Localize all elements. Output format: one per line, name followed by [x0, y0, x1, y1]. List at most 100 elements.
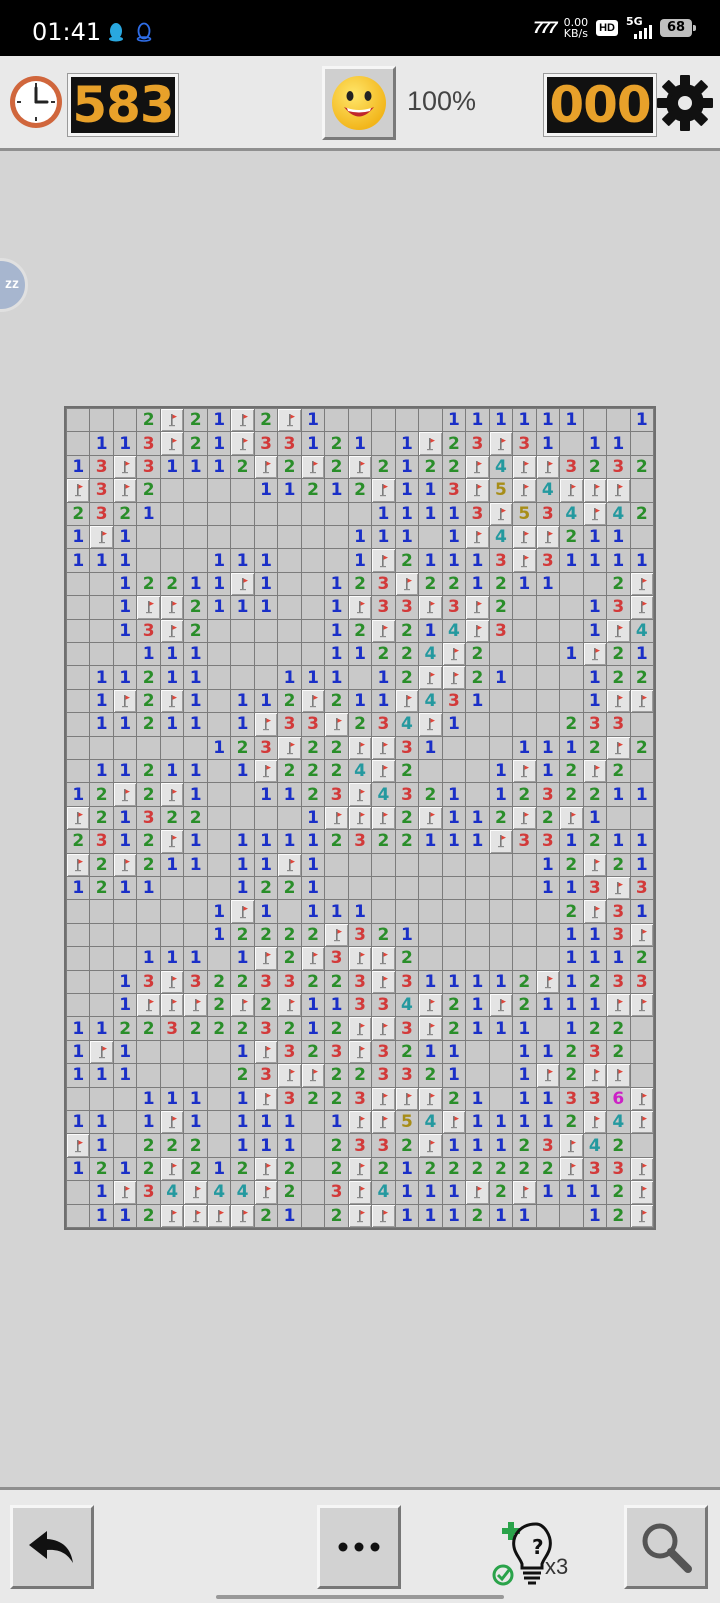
empty-cell[interactable] — [207, 876, 231, 900]
empty-cell[interactable] — [90, 970, 113, 993]
flagged-cell[interactable] — [160, 619, 184, 642]
number-cell[interactable]: 2 — [231, 970, 254, 993]
number-cell[interactable]: 1 — [536, 876, 560, 900]
empty-cell[interactable] — [442, 736, 466, 759]
number-cell[interactable]: 2 — [583, 736, 607, 759]
empty-cell[interactable] — [372, 853, 395, 876]
empty-cell[interactable] — [67, 923, 90, 947]
number-cell[interactable]: 3 — [348, 1087, 372, 1110]
flagged-cell[interactable] — [348, 455, 372, 479]
number-cell[interactable]: 1 — [207, 900, 231, 923]
empty-cell[interactable] — [67, 970, 90, 993]
number-cell[interactable]: 1 — [113, 525, 137, 549]
flagged-cell[interactable] — [630, 572, 653, 596]
number-cell[interactable]: 1 — [137, 502, 160, 525]
number-cell[interactable]: 2 — [113, 502, 137, 525]
number-cell[interactable]: 1 — [90, 666, 113, 689]
number-cell[interactable]: 2 — [325, 1017, 348, 1040]
empty-cell[interactable] — [536, 947, 560, 970]
number-cell[interactable]: 1 — [160, 642, 184, 666]
number-cell[interactable]: 2 — [278, 1157, 301, 1181]
number-cell[interactable]: 2 — [254, 876, 278, 900]
number-cell[interactable]: 1 — [442, 1134, 466, 1157]
number-cell[interactable]: 2 — [560, 713, 583, 736]
number-cell[interactable]: 1 — [325, 596, 348, 619]
number-cell[interactable]: 3 — [372, 1040, 395, 1064]
empty-cell[interactable] — [419, 876, 442, 900]
empty-cell[interactable] — [67, 689, 90, 713]
empty-cell[interactable] — [630, 432, 653, 455]
empty-cell[interactable] — [113, 1087, 137, 1110]
number-cell[interactable]: 2 — [137, 1204, 160, 1227]
number-cell[interactable]: 1 — [184, 713, 207, 736]
empty-cell[interactable] — [207, 783, 231, 806]
empty-cell[interactable] — [536, 1204, 560, 1227]
empty-cell[interactable] — [160, 736, 184, 759]
number-cell[interactable]: 2 — [442, 1157, 466, 1181]
empty-cell[interactable] — [442, 759, 466, 783]
empty-cell[interactable] — [560, 689, 583, 713]
number-cell[interactable]: 4 — [442, 619, 466, 642]
number-cell[interactable]: 3 — [607, 713, 630, 736]
flagged-cell[interactable] — [513, 549, 536, 572]
flagged-cell[interactable] — [254, 947, 278, 970]
number-cell[interactable]: 2 — [301, 736, 325, 759]
number-cell[interactable]: 1 — [419, 970, 442, 993]
empty-cell[interactable] — [207, 759, 231, 783]
number-cell[interactable]: 1 — [90, 1181, 113, 1204]
flagged-cell[interactable] — [160, 409, 184, 432]
number-cell[interactable]: 1 — [301, 876, 325, 900]
number-cell[interactable]: 2 — [325, 455, 348, 479]
empty-cell[interactable] — [207, 479, 231, 502]
flagged-cell[interactable] — [348, 1181, 372, 1204]
empty-cell[interactable] — [419, 759, 442, 783]
number-cell[interactable]: 2 — [325, 970, 348, 993]
flagged-cell[interactable] — [160, 1110, 184, 1134]
number-cell[interactable]: 3 — [395, 970, 419, 993]
number-cell[interactable]: 1 — [90, 689, 113, 713]
number-cell[interactable]: 1 — [231, 1087, 254, 1110]
empty-cell[interactable] — [231, 479, 254, 502]
empty-cell[interactable] — [489, 876, 513, 900]
number-cell[interactable]: 2 — [184, 806, 207, 830]
empty-cell[interactable] — [442, 900, 466, 923]
empty-cell[interactable] — [137, 1040, 160, 1064]
number-cell[interactable]: 1 — [278, 1110, 301, 1134]
number-cell[interactable]: 1 — [160, 1087, 184, 1110]
number-cell[interactable]: 2 — [325, 759, 348, 783]
flagged-cell[interactable] — [442, 666, 466, 689]
number-cell[interactable]: 2 — [442, 1017, 466, 1040]
number-cell[interactable]: 1 — [160, 759, 184, 783]
number-cell[interactable]: 3 — [348, 993, 372, 1017]
number-cell[interactable]: 2 — [231, 1157, 254, 1181]
number-cell[interactable]: 1 — [67, 783, 90, 806]
number-cell[interactable]: 1 — [583, 549, 607, 572]
empty-cell[interactable] — [207, 947, 231, 970]
number-cell[interactable]: 2 — [630, 455, 653, 479]
number-cell[interactable]: 2 — [372, 830, 395, 853]
number-cell[interactable]: 2 — [560, 1064, 583, 1087]
empty-cell[interactable] — [489, 736, 513, 759]
empty-cell[interactable] — [325, 853, 348, 876]
number-cell[interactable]: 2 — [90, 806, 113, 830]
number-cell[interactable]: 1 — [278, 666, 301, 689]
number-cell[interactable]: 1 — [560, 736, 583, 759]
number-cell[interactable]: 1 — [184, 666, 207, 689]
number-cell[interactable]: 1 — [419, 1040, 442, 1064]
number-cell[interactable]: 1 — [419, 736, 442, 759]
number-cell[interactable]: 2 — [301, 970, 325, 993]
number-cell[interactable]: 1 — [254, 830, 278, 853]
empty-cell[interactable] — [207, 1087, 231, 1110]
number-cell[interactable]: 1 — [325, 479, 348, 502]
empty-cell[interactable] — [278, 642, 301, 666]
number-cell[interactable]: 1 — [184, 783, 207, 806]
empty-cell[interactable] — [160, 502, 184, 525]
number-cell[interactable]: 1 — [254, 853, 278, 876]
number-cell[interactable]: 2 — [536, 1157, 560, 1181]
number-cell[interactable]: 1 — [325, 900, 348, 923]
empty-cell[interactable] — [513, 947, 536, 970]
empty-cell[interactable] — [513, 596, 536, 619]
empty-cell[interactable] — [67, 1087, 90, 1110]
number-cell[interactable]: 2 — [372, 642, 395, 666]
flagged-cell[interactable] — [348, 1204, 372, 1227]
